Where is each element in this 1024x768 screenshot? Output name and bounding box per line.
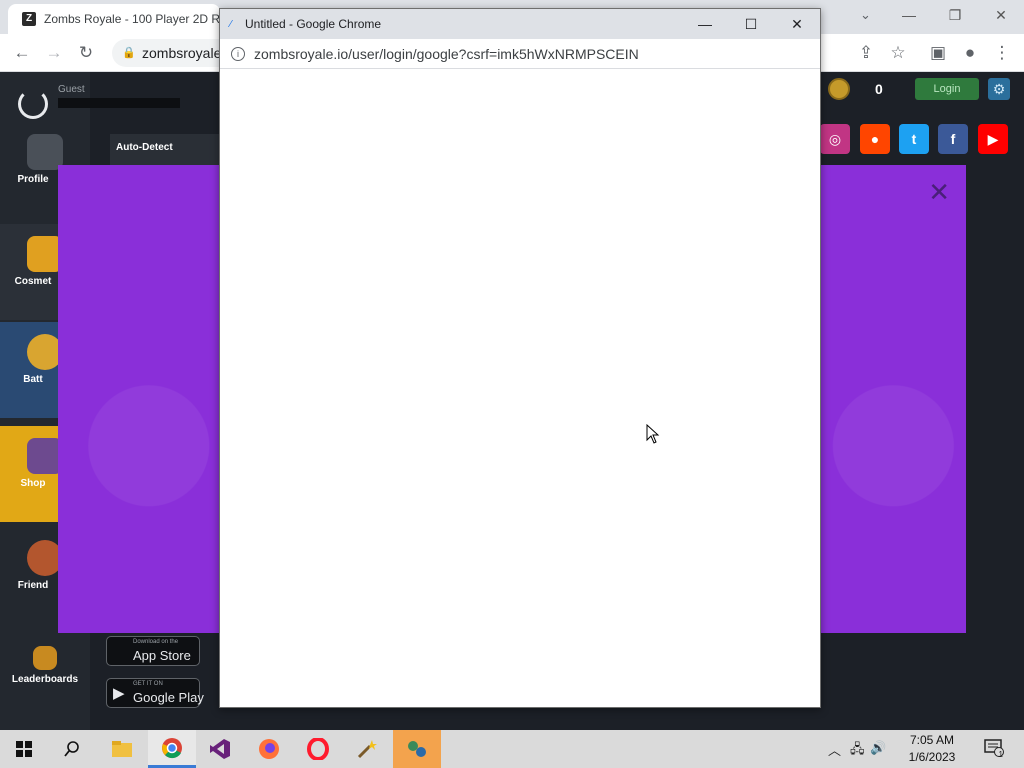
facebook-icon[interactable]: f xyxy=(938,124,968,154)
guest-name: Guest xyxy=(58,84,85,95)
menu-kebab-icon[interactable]: ⋮ xyxy=(990,42,1014,66)
reddit-icon[interactable]: ● xyxy=(860,124,890,154)
mouse-cursor-icon xyxy=(646,424,660,444)
close-button[interactable]: ✕ xyxy=(978,0,1024,30)
popup-titlebar[interactable]: ⁄ Untitled - Google Chrome — ☐ ✕ xyxy=(220,9,820,39)
loading-spinner-icon xyxy=(18,89,48,119)
forward-icon[interactable]: → xyxy=(42,42,66,66)
volume-icon[interactable]: 🔊 xyxy=(870,740,886,756)
tab-title: Zombs Royale - 100 Player 2D R xyxy=(44,12,220,26)
youtube-icon[interactable]: ▶ xyxy=(978,124,1008,154)
start-button[interactable] xyxy=(0,730,48,768)
back-icon[interactable]: ← xyxy=(10,42,34,66)
play-store-icon: ▶ xyxy=(113,685,125,702)
reload-icon[interactable]: ↻ xyxy=(74,42,98,66)
app-store-sub: Download on the xyxy=(133,639,179,645)
opera-icon[interactable] xyxy=(294,730,342,768)
magic-wand-icon[interactable] xyxy=(343,730,391,768)
google-play-name: Google Play xyxy=(133,690,204,705)
side-panel-icon[interactable]: ▣ xyxy=(926,42,950,66)
instagram-icon[interactable]: ◎ xyxy=(820,124,850,154)
sidebar-item-leaderboards[interactable]: Leaderboards xyxy=(0,634,90,730)
sidebar-label: Leaderboards xyxy=(11,674,79,685)
popup-close-button[interactable]: ✕ xyxy=(774,9,820,39)
tab-search-icon[interactable]: ⌄ xyxy=(860,7,871,23)
google-play-sub: GET IT ON xyxy=(133,681,163,687)
restore-button[interactable]: ❐ xyxy=(932,0,978,30)
file-explorer-icon[interactable] xyxy=(98,730,146,768)
coin-count: 0 xyxy=(875,81,883,97)
zombs-favicon-icon: Z xyxy=(22,12,36,26)
profile-icon[interactable]: ● xyxy=(958,42,982,66)
popup-url-bar: i zombsroyale.io/user/login/google?csrf=… xyxy=(220,39,820,69)
popup-title: Untitled - Google Chrome xyxy=(245,17,382,31)
windows-taskbar: ︿ 🖧 🔊 7:05 AM 1/6/2023 1 xyxy=(0,730,1024,768)
chrome-taskbar-icon[interactable] xyxy=(148,730,196,768)
firefox-icon[interactable] xyxy=(245,730,293,768)
clock-time: 7:05 AM xyxy=(909,733,955,747)
coin-icon xyxy=(828,78,850,100)
network-icon[interactable]: 🖧 xyxy=(850,740,865,762)
google-play-button[interactable]: ▶ GET IT ON Google Play xyxy=(106,678,204,708)
minimize-button[interactable]: — xyxy=(886,0,932,30)
region-label: Auto-Detect xyxy=(116,142,173,153)
info-icon[interactable]: i xyxy=(231,47,245,61)
network-app-icon[interactable] xyxy=(393,730,441,768)
search-icon[interactable] xyxy=(48,730,96,768)
show-hidden-icons-chevron-icon[interactable]: ︿ xyxy=(828,740,841,759)
background-window-controls: — ❐ ✕ xyxy=(886,0,1024,30)
login-button[interactable]: Login xyxy=(915,78,979,100)
settings-gear-icon[interactable]: ⚙ xyxy=(988,78,1010,100)
address-bar[interactable]: 🔒 zombsroyale xyxy=(112,39,232,67)
app-store-button[interactable]: Download on the App Store xyxy=(106,636,200,666)
windows-logo-icon xyxy=(16,741,32,757)
popup-minimize-button[interactable]: — xyxy=(682,9,728,39)
address-text: zombsroyale xyxy=(142,45,222,61)
popup-content-blank xyxy=(220,69,820,707)
app-store-name: App Store xyxy=(133,648,191,663)
google-login-popup-window: ⁄ Untitled - Google Chrome — ☐ ✕ i zombs… xyxy=(219,8,821,708)
system-tray: ︿ 🖧 🔊 7:05 AM 1/6/2023 1 xyxy=(824,730,1024,768)
bookmark-star-icon[interactable]: ☆ xyxy=(886,42,910,66)
lock-icon: 🔒 xyxy=(122,47,136,59)
notification-count: 1 xyxy=(998,750,1003,759)
modal-close-icon[interactable]: ✕ xyxy=(928,177,950,208)
tab-zombs-royale[interactable]: Z Zombs Royale - 100 Player 2D R xyxy=(8,4,220,34)
xp-bar xyxy=(58,98,180,108)
visual-studio-icon[interactable] xyxy=(196,730,244,768)
popup-maximize-button[interactable]: ☐ xyxy=(728,9,774,39)
twitter-icon[interactable]: t xyxy=(899,124,929,154)
share-icon[interactable]: ⇪ xyxy=(854,42,878,66)
popup-url: zombsroyale.io/user/login/google?csrf=im… xyxy=(254,46,639,62)
clock[interactable]: 7:05 AM 1/6/2023 xyxy=(902,732,962,766)
loading-favicon-icon: ⁄ xyxy=(230,19,232,30)
top-right-bar: 0 Login ⚙ xyxy=(820,72,1024,112)
clock-date: 1/6/2023 xyxy=(908,750,956,764)
trophy-icon xyxy=(33,646,57,670)
